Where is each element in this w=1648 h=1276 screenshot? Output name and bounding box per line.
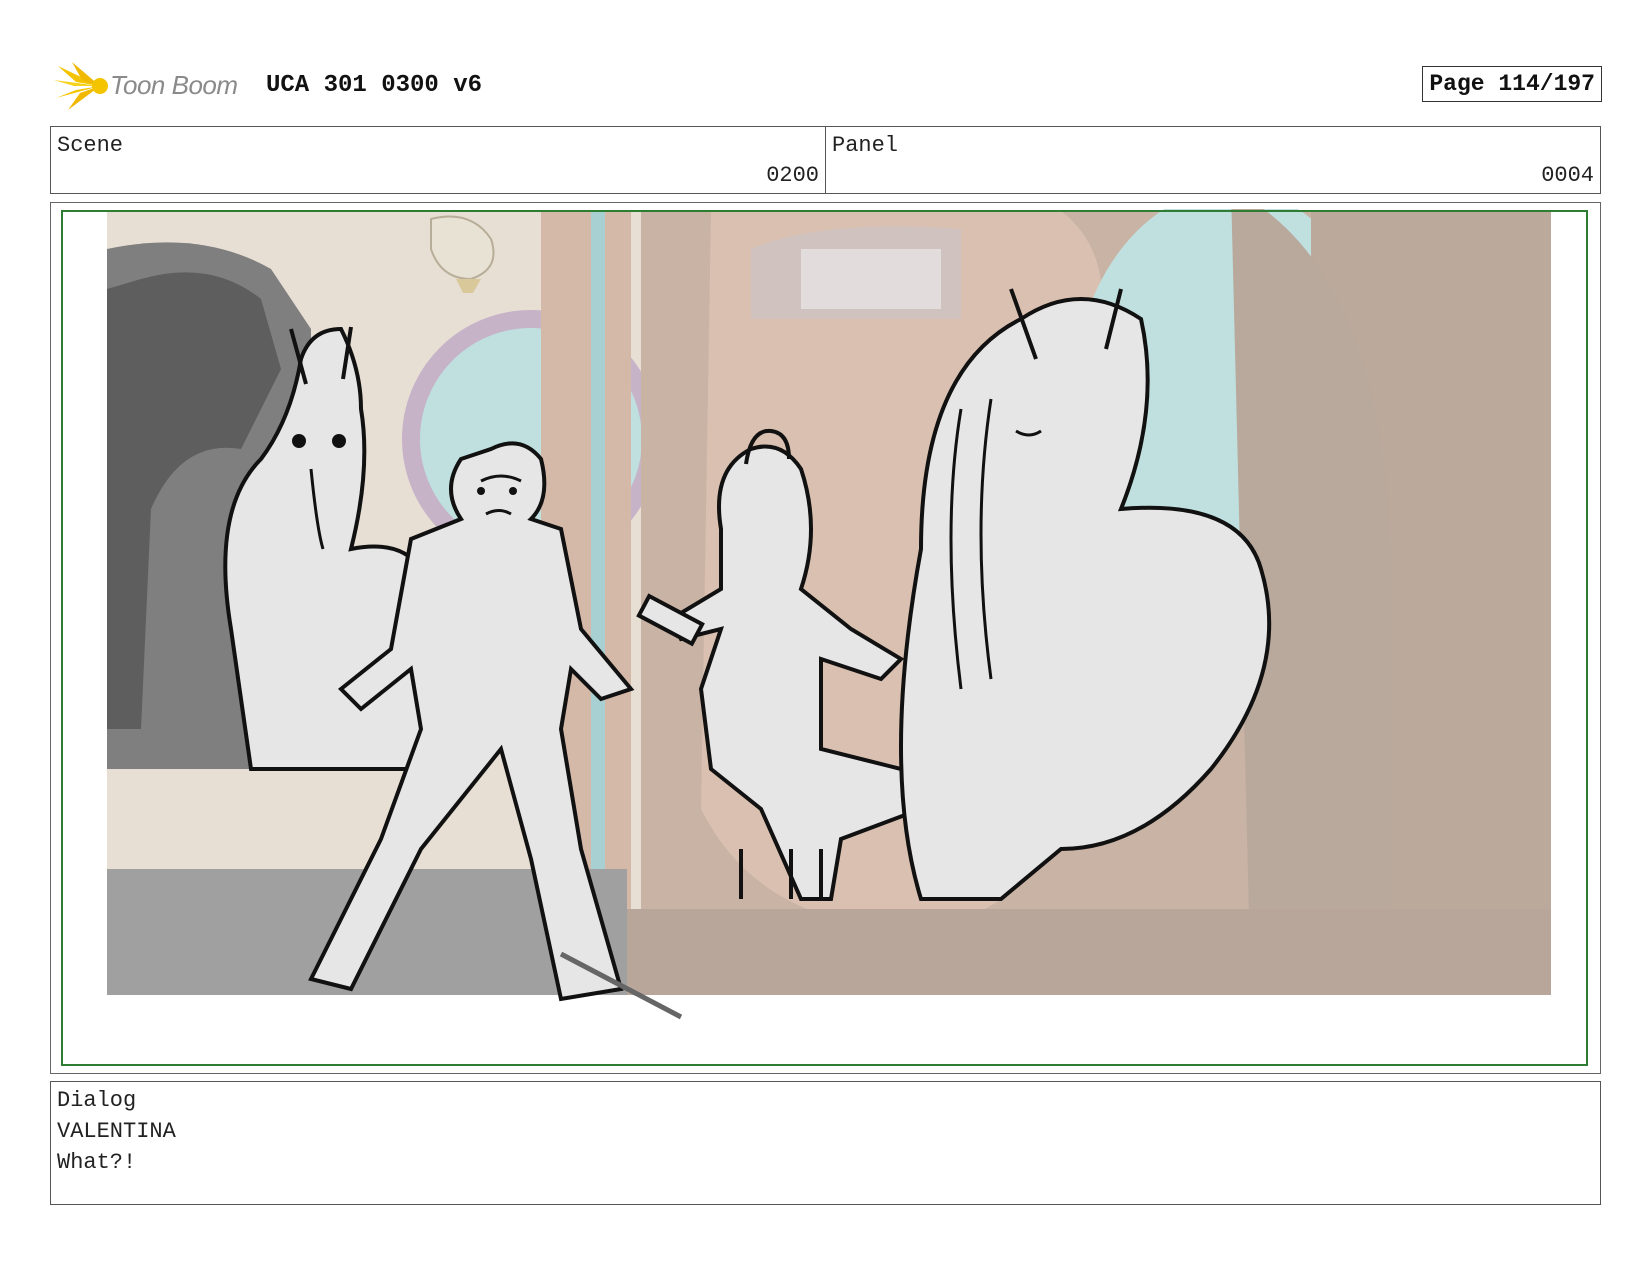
page-number: Page 114/197 — [1422, 66, 1602, 102]
sunburst-icon — [54, 62, 108, 110]
dialog-label: Dialog — [57, 1088, 137, 1113]
storyboard-panel — [50, 202, 1601, 1074]
scene-panel-row: Scene 0200 Panel 0004 — [50, 126, 1601, 194]
panel-value: 0004 — [1541, 163, 1594, 188]
document-title: UCA 301 0300 v6 — [266, 72, 483, 99]
page-header: Toon Boom UCA 301 0300 v6 Page 114/197 — [50, 58, 1602, 114]
scene-label: Scene — [57, 133, 124, 158]
panel-label: Panel — [832, 133, 899, 158]
scene-value: 0200 — [766, 163, 819, 188]
dialog-text: What?! — [57, 1150, 137, 1175]
dialog-box: Dialog VALENTINA What?! — [50, 1081, 1601, 1205]
panel-cell: Panel 0004 — [825, 127, 1600, 193]
logo-text: Toon Boom — [110, 70, 238, 100]
toon-boom-logo: Toon Boom — [54, 60, 254, 112]
panel-artwork — [107, 209, 1551, 1020]
dialog-character: VALENTINA — [57, 1119, 176, 1144]
scene-cell: Scene 0200 — [51, 127, 825, 193]
